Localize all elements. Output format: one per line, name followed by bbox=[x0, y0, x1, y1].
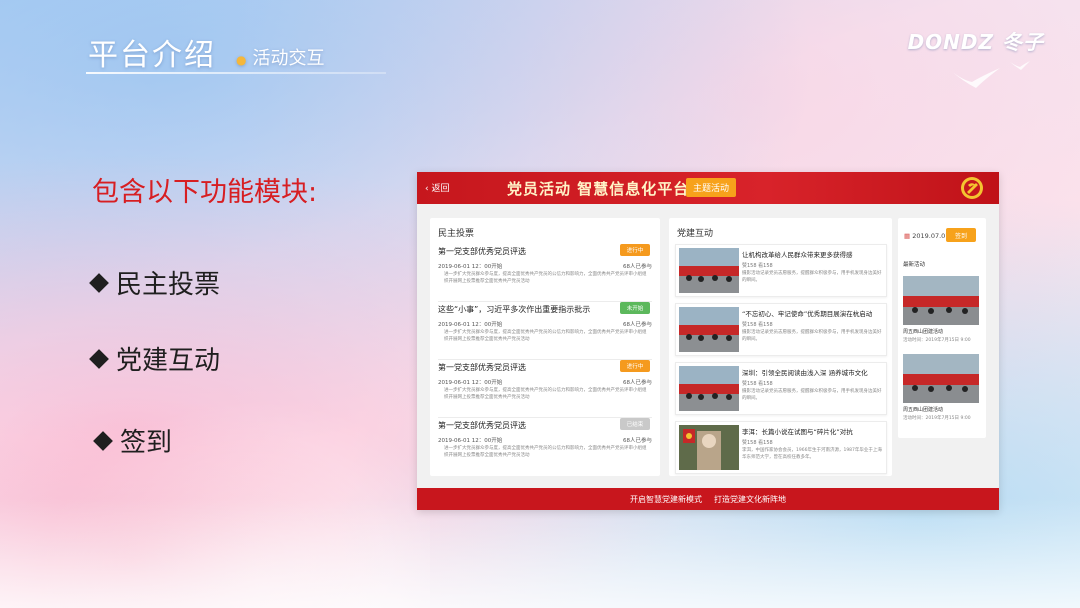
vote-item[interactable]: 这些“小事”，习近平多次作出重要指示批示 未开始 2019-06-01 12：0… bbox=[438, 302, 652, 360]
news-meta: 赞158 看158 bbox=[742, 381, 773, 387]
news-title: 让机构改革给人民群众带来更多获得感 bbox=[742, 251, 853, 259]
news-thumbnail bbox=[679, 366, 739, 411]
footer-slogan-left: 开启智慧党建新模式 bbox=[630, 494, 702, 504]
vote-date: 2019-06-01 12：00开始 bbox=[438, 380, 503, 386]
page-title: 平台介绍 bbox=[88, 38, 216, 73]
news-thumbnail bbox=[679, 307, 739, 352]
modules-heading: 包含以下功能模块: bbox=[92, 177, 318, 208]
app-footer: 开启智慧党建新模式 打造党建文化新阵地 bbox=[417, 488, 999, 510]
vote-date: 2019-06-01 12：00开始 bbox=[438, 438, 503, 444]
vote-panel-title: 民主投票 bbox=[438, 229, 475, 239]
news-item[interactable]: 李洱：长篇小说在试图与“碎片化”对抗 赞158 看158 李洱，中国作家协会会员… bbox=[675, 421, 887, 474]
vote-title: 第一党支部优秀党员评选 bbox=[438, 363, 526, 372]
vote-status-badge[interactable]: 已结束 bbox=[620, 418, 650, 430]
module-label: 民主投票 bbox=[116, 270, 221, 300]
theme-activity-button[interactable]: 主题活动 bbox=[686, 178, 736, 197]
signin-date: ▦ 2019.07.07 bbox=[904, 232, 949, 240]
footer-slogan-right: 打造党建文化新阵地 bbox=[714, 494, 786, 504]
news-title: 李洱：长篇小说在试图与“碎片化”对抗 bbox=[742, 428, 853, 436]
signin-button[interactable]: 签到 bbox=[946, 228, 976, 242]
news-meta: 赞158 看158 bbox=[742, 322, 773, 328]
party-emblem-icon bbox=[961, 177, 983, 199]
signin-date-text: 2019.07.07 bbox=[912, 232, 950, 240]
activity-caption: 周五西山团建活动 bbox=[903, 329, 944, 335]
news-meta: 赞158 看158 bbox=[742, 263, 773, 269]
vote-date: 2019-06-01 12：00开始 bbox=[438, 264, 503, 270]
module-item-interaction: 党建互动 bbox=[89, 340, 221, 377]
back-button[interactable]: ‹ 返回 bbox=[425, 181, 449, 194]
app-top-bar: ‹ 返回 党员活动 智慧信息化平台 主题活动 bbox=[417, 172, 999, 204]
birds-icon bbox=[950, 61, 1030, 88]
title-underline bbox=[86, 72, 386, 74]
vote-panel: 民主投票 第一党支部优秀党员评选 进行中 2019-06-01 12：00开始 … bbox=[430, 218, 660, 476]
vote-item[interactable]: 第一党支部优秀党员评选 进行中 2019-06-01 12：00开始 68人已参… bbox=[438, 244, 652, 302]
vote-description: 进一步扩大党员群众参与度，提高全面优秀共产党员的公信力和影响力，全面优秀共产党员… bbox=[444, 330, 647, 342]
vote-date: 2019-06-01 12：00开始 bbox=[438, 322, 503, 328]
vote-title: 第一党支部优秀党员评选 bbox=[438, 247, 526, 256]
news-title: “不忘初心、牢记使命”优秀期目展演在杭启动 bbox=[742, 310, 873, 318]
vote-title: 第一党支部优秀党员评选 bbox=[438, 421, 526, 430]
diamond-bullet-icon bbox=[89, 348, 109, 369]
module-label: 签到 bbox=[120, 428, 173, 458]
vote-description: 进一步扩大党员群众参与度，提高全面优秀共产党员的公信力和影响力，全面优秀共产党员… bbox=[444, 446, 647, 458]
vote-count: 68人已参与 bbox=[623, 264, 652, 270]
vote-count: 68人已参与 bbox=[623, 322, 652, 328]
vote-status-badge[interactable]: 进行中 bbox=[620, 360, 650, 372]
interaction-panel-title: 党建互动 bbox=[677, 229, 714, 239]
news-item[interactable]: 让机构改革给人民群众带来更多获得感 赞158 看158 摄影活动记录党员志愿服务… bbox=[675, 244, 887, 297]
vote-status-badge[interactable]: 未开始 bbox=[620, 302, 650, 314]
activity-caption: 周五西山团建活动 bbox=[903, 407, 944, 413]
module-label: 党建互动 bbox=[116, 346, 221, 376]
news-description: 摄影活动记录党员志愿服务，提醒群众积极参与，用手机发现身边美好的瞬间。 bbox=[742, 330, 882, 342]
news-description: 摄影活动记录党员志愿服务，提醒群众积极参与，用手机发现身边美好的瞬间。 bbox=[742, 271, 882, 283]
calendar-icon: ▦ bbox=[904, 232, 911, 240]
interaction-panel: 党建互动 让机构改革给人民群众带来更多获得感 赞158 看158 摄影活动记录党… bbox=[669, 218, 892, 476]
news-thumbnail bbox=[679, 248, 739, 293]
activity-time: 活动时间：2019年7月15日 9:00 bbox=[903, 338, 971, 343]
bullet-icon: ● bbox=[236, 53, 247, 67]
app-screenshot: ‹ 返回 党员活动 智慧信息化平台 主题活动 民主投票 第一党支部优秀党员评选 … bbox=[417, 172, 999, 510]
vote-description: 进一步扩大党员群众参与度，提高全面优秀共产党员的公信力和影响力，全面优秀共产党员… bbox=[444, 388, 647, 400]
news-item[interactable]: “不忘初心、牢记使命”优秀期目展演在杭启动 赞158 看158 摄影活动记录党员… bbox=[675, 303, 887, 356]
recent-activity-label: 最新活动 bbox=[903, 262, 926, 268]
vote-title: 这些“小事”，习近平多次作出重要指示批示 bbox=[438, 305, 591, 314]
news-thumbnail bbox=[679, 425, 739, 470]
module-item-vote: 民主投票 bbox=[89, 264, 221, 301]
activity-time: 活动时间：2019年7月15日 9:00 bbox=[903, 416, 971, 421]
news-description: 李洱，中国作家协会会员，1966年生于河南济源，1987年毕业于上海华东师范大学… bbox=[742, 448, 882, 460]
diamond-bullet-icon bbox=[93, 430, 113, 451]
vote-count: 68人已参与 bbox=[623, 380, 652, 386]
brand-logo: DONDZ 冬子 bbox=[907, 30, 1044, 54]
module-item-signin: 签到 bbox=[93, 422, 173, 459]
diamond-bullet-icon bbox=[89, 272, 109, 293]
news-item[interactable]: 深圳：引领全民阅读由浅入深 涵养城市文化 赞158 看158 摄影活动记录党员志… bbox=[675, 362, 887, 415]
app-title: 党员活动 智慧信息化平台 bbox=[507, 180, 690, 198]
vote-description: 进一步扩大党员群众参与度，提高全面优秀共产党员的公信力和影响力，全面优秀共产党员… bbox=[444, 272, 647, 284]
news-description: 摄影活动记录党员志愿服务，提醒群众积极参与，用手机发现身边美好的瞬间。 bbox=[742, 389, 882, 401]
page-subtitle-text: 活动交互 bbox=[252, 48, 325, 69]
news-meta: 赞158 看158 bbox=[742, 440, 773, 446]
vote-count: 68人已参与 bbox=[623, 438, 652, 444]
page-subtitle: ● 活动交互 bbox=[236, 44, 324, 70]
vote-item[interactable]: 第一党支部优秀党员评选 进行中 2019-06-01 12：00开始 68人已参… bbox=[438, 360, 652, 418]
background-clouds bbox=[0, 498, 1080, 608]
vote-status-badge[interactable]: 进行中 bbox=[620, 244, 650, 256]
activity-photo[interactable] bbox=[903, 276, 979, 325]
vote-item[interactable]: 第一党支部优秀党员评选 已结束 2019-06-01 12：00开始 68人已参… bbox=[438, 418, 652, 476]
activity-photo[interactable] bbox=[903, 354, 979, 403]
news-title: 深圳：引领全民阅读由浅入深 涵养城市文化 bbox=[742, 369, 868, 377]
signin-panel: ▦ 2019.07.07 签到 最新活动 周五西山团建活动 活动时间：2019年… bbox=[898, 218, 986, 438]
back-label: 返回 bbox=[431, 184, 450, 194]
